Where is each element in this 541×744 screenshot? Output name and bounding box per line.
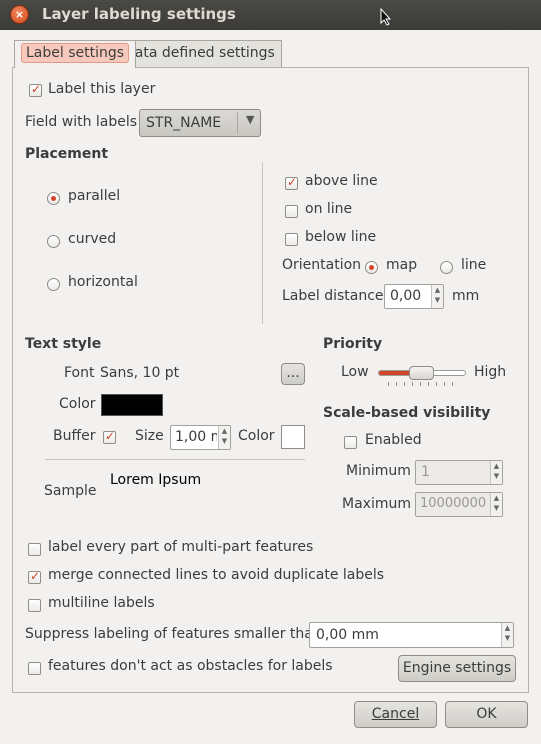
chevron-down-icon: ▼ — [246, 113, 255, 126]
buffer-size-label: Size — [135, 428, 164, 444]
sample-preview: Lorem Ipsum — [110, 472, 202, 488]
window-title: Layer labeling settings — [42, 5, 236, 23]
cancel-button[interactable]: Cancel — [354, 701, 437, 728]
sample-label: Sample — [44, 483, 97, 499]
orientation-line-radio[interactable] — [440, 261, 453, 274]
label-distance-value: 0,00 — [390, 288, 422, 304]
multiline-checkbox[interactable] — [28, 599, 41, 612]
scale-maximum-label: Maximum — [342, 496, 411, 512]
on-line-label: on line — [305, 201, 353, 217]
obstacles-checkbox[interactable] — [28, 662, 41, 675]
placement-parallel-radio[interactable] — [47, 192, 60, 205]
field-combobox-value: STR_NAME — [146, 115, 222, 131]
engine-settings-button[interactable]: Engine settings — [398, 655, 516, 682]
spin-arrows-icon[interactable]: ▲ ▼ — [218, 426, 230, 449]
scale-maximum-value: 10000000 — [420, 496, 487, 511]
label-this-layer-checkbox[interactable] — [29, 82, 42, 97]
buffer-size-value: 1,00 m — [175, 429, 217, 445]
tab-label-settings[interactable]: Label settings — [14, 40, 137, 68]
buffer-label: Buffer — [53, 428, 96, 444]
scale-minimum-label: Minimum — [346, 463, 411, 479]
spin-arrows-icon[interactable]: ▲ ▼ — [431, 285, 443, 308]
placement-curved-label: curved — [68, 231, 117, 247]
font-value: Sans, 10 pt — [100, 365, 180, 381]
above-line-label: above line — [305, 173, 378, 189]
obstacles-label: features don't act as obstacles for labe… — [48, 658, 333, 674]
placement-divider — [262, 162, 263, 324]
merge-lines-label: merge connected lines to avoid duplicate… — [48, 567, 385, 583]
ok-button[interactable]: OK — [445, 701, 528, 728]
close-icon[interactable]: × — [10, 5, 29, 24]
label-distance-label: Label distance — [282, 288, 384, 304]
tab-data-defined-settings[interactable]: Data defined settings — [117, 40, 282, 67]
buffer-checkbox[interactable] — [103, 429, 116, 444]
text-style-heading: Text style — [25, 336, 102, 352]
buffer-color-label: Color — [238, 428, 275, 444]
label-distance-unit: mm — [452, 288, 480, 304]
spin-arrows-icon[interactable]: ▲ ▼ — [501, 623, 513, 647]
label-this-layer-label: Label this layer — [48, 81, 156, 97]
color-label: Color — [59, 396, 96, 412]
text-color-swatch[interactable] — [101, 394, 163, 416]
placement-curved-radio[interactable] — [47, 235, 60, 248]
multipart-checkbox[interactable] — [28, 543, 41, 556]
scale-enabled-checkbox[interactable] — [344, 436, 357, 449]
scale-minimum-value: 1 — [421, 464, 430, 480]
orientation-map-label: map — [386, 257, 418, 273]
priority-heading: Priority — [323, 336, 383, 352]
placement-horizontal-radio[interactable] — [47, 278, 60, 291]
below-line-checkbox[interactable] — [285, 233, 298, 246]
scale-minimum-spinbox[interactable]: 1 ▲ ▼ — [415, 460, 503, 485]
spin-arrows-icon[interactable]: ▲ ▼ — [490, 493, 502, 516]
label-distance-spinbox[interactable]: 0,00 ▲ ▼ — [384, 284, 444, 309]
below-line-label: below line — [305, 229, 377, 245]
field-label: Field with labels — [25, 114, 138, 130]
font-label: Font — [64, 365, 95, 381]
priority-slider-handle[interactable] — [409, 366, 434, 380]
multipart-label: label every part of multi-part features — [48, 539, 314, 555]
placement-horizontal-label: horizontal — [68, 274, 138, 290]
scale-visibility-heading: Scale-based visibility — [323, 405, 491, 421]
suppress-value: 0,00 mm — [316, 627, 379, 643]
placement-parallel-label: parallel — [68, 188, 121, 204]
buffer-size-spinbox[interactable]: 1,00 m ▲▼ — [170, 425, 231, 450]
priority-slider-ticks — [388, 382, 458, 386]
field-combobox[interactable]: STR_NAME ▼ — [139, 109, 261, 137]
above-line-checkbox[interactable] — [285, 175, 298, 190]
orientation-label: Orientation — [282, 257, 362, 273]
orientation-line-label: line — [461, 257, 487, 273]
sample-divider — [45, 459, 305, 460]
spin-arrows-icon[interactable]: ▲ ▼ — [490, 461, 502, 484]
orientation-map-radio[interactable] — [365, 261, 378, 274]
multiline-label: multiline labels — [48, 595, 155, 611]
buffer-color-swatch[interactable] — [281, 425, 305, 449]
priority-high-label: High — [474, 364, 507, 380]
suppress-label: Suppress labeling of features smaller th… — [25, 626, 322, 642]
scale-maximum-spinbox[interactable]: 10000000 ▲ ▼ — [415, 492, 503, 517]
on-line-checkbox[interactable] — [285, 205, 298, 218]
suppress-spinbox[interactable]: 0,00 mm ▲ ▼ — [309, 622, 514, 648]
font-chooser-button[interactable]: ... — [281, 363, 305, 385]
merge-lines-checkbox[interactable] — [28, 569, 41, 584]
scale-enabled-label: Enabled — [365, 432, 422, 448]
combo-divider — [237, 112, 238, 134]
mouse-cursor-icon — [380, 8, 392, 26]
priority-low-label: Low — [341, 364, 369, 380]
placement-heading: Placement — [25, 146, 109, 162]
